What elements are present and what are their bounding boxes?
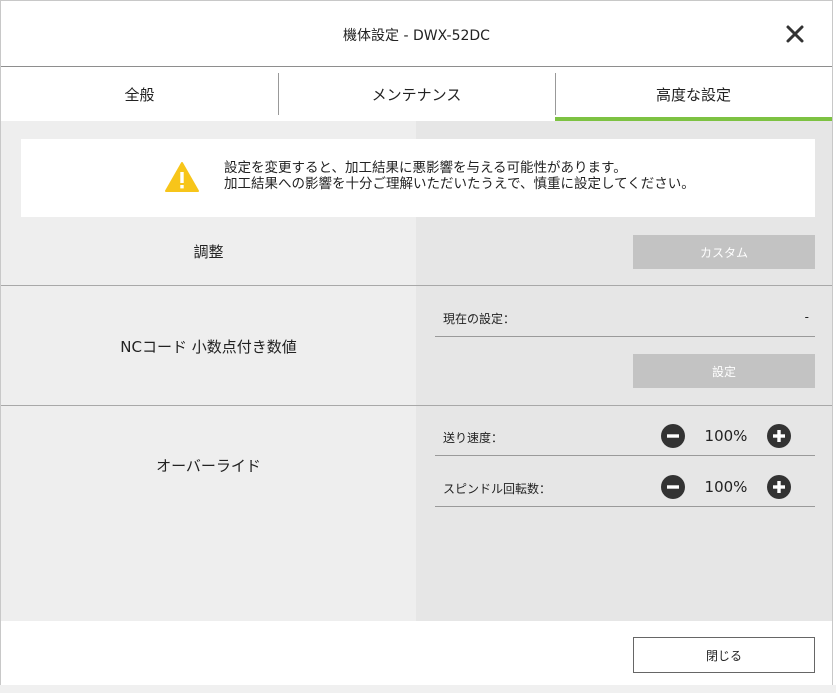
advanced-settings-panel: 設定を変更すると、加工結果に悪影響を与える可能性があります。 加工結果への影響を… (1, 121, 832, 621)
feed-rate-stepper: 100% (661, 424, 791, 448)
spindle-speed-row: スピンドル回転数： 100% (435, 471, 815, 507)
title-bar: 機体設定 - DWX-52DC (1, 1, 832, 67)
override-label: オーバーライド (156, 457, 261, 475)
tab-general[interactable]: 全般 (1, 67, 278, 121)
tab-maintenance[interactable]: メンテナンス (278, 67, 555, 121)
tab-advanced-settings[interactable]: 高度な設定 (555, 67, 832, 121)
background-window-strip (0, 685, 836, 693)
custom-button[interactable]: カスタム (633, 235, 815, 269)
warning-icon (164, 161, 200, 197)
nc-code-section: NCコード 小数点付き数値 現在の設定： - 設定 (1, 286, 832, 406)
machine-settings-dialog: 機体設定 - DWX-52DC 全般 メンテナンス 高度な設定 設定を変更すると… (0, 0, 833, 685)
feed-rate-value: 100% (704, 427, 748, 445)
warning-text: 設定を変更すると、加工結果に悪影響を与える可能性があります。 加工結果への影響を… (224, 160, 695, 192)
minus-circle-icon[interactable] (661, 475, 685, 499)
adjust-label: 調整 (193, 243, 224, 261)
set-button[interactable]: 設定 (633, 354, 815, 388)
warning-line-2: 加工結果への影響を十分ご理解いただいたうえで、慎重に設定してください。 (224, 176, 695, 192)
current-setting-label: 現在の設定： (443, 312, 516, 326)
close-icon[interactable] (780, 19, 810, 49)
feed-rate-label: 送り速度： (443, 431, 504, 445)
tab-bar: 全般 メンテナンス 高度な設定 (1, 67, 832, 121)
spindle-speed-stepper: 100% (661, 475, 791, 499)
close-button[interactable]: 閉じる (633, 637, 815, 673)
current-setting-value: - (804, 310, 809, 324)
spindle-speed-label: スピンドル回転数： (443, 482, 552, 496)
plus-circle-icon[interactable] (767, 475, 791, 499)
warning-banner: 設定を変更すると、加工結果に悪影響を与える可能性があります。 加工結果への影響を… (21, 139, 815, 217)
warning-line-1: 設定を変更すると、加工結果に悪影響を与える可能性があります。 (224, 160, 627, 176)
plus-circle-icon[interactable] (767, 424, 791, 448)
dialog-title: 機体設定 - DWX-52DC (343, 28, 490, 44)
override-section: オーバーライド 送り速度： 100% スピンドル回転数： 100% (1, 406, 832, 621)
nc-code-label: NCコード 小数点付き数値 (120, 338, 297, 356)
spindle-speed-value: 100% (704, 478, 748, 496)
current-setting-row: 現在の設定： - (435, 301, 815, 337)
minus-circle-icon[interactable] (661, 424, 685, 448)
adjust-section: 調整 カスタム (1, 217, 832, 286)
dialog-footer: 閉じる (1, 621, 832, 685)
feed-rate-row: 送り速度： 100% (435, 420, 815, 456)
